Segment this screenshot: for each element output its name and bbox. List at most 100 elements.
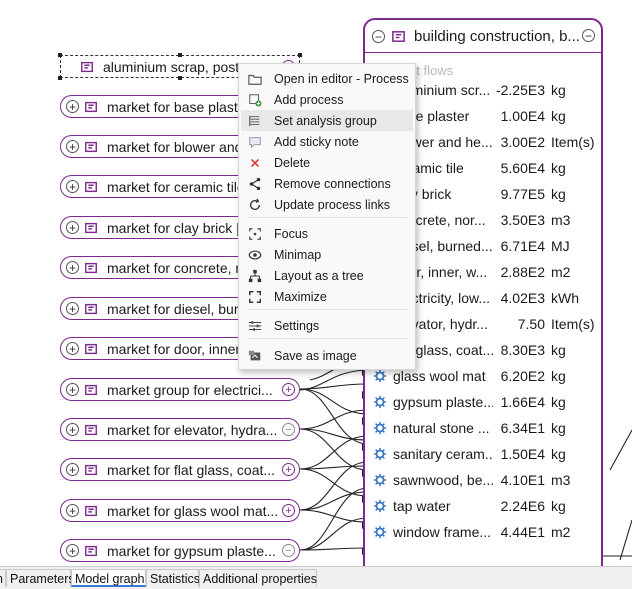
menu-item-label: Minimap (274, 247, 322, 262)
main-process-header[interactable]: − building construction, b... − (365, 20, 601, 53)
menu-item-focus[interactable]: Focus (241, 223, 413, 244)
process-node[interactable]: + market for gypsum plaste... − (60, 539, 300, 562)
process-icon (85, 222, 97, 233)
menu-item-add-process[interactable]: Add process (241, 89, 413, 110)
menu-item-label: Remove connections (274, 176, 391, 191)
tab-additional-properties[interactable]: Additional properties (199, 569, 317, 587)
process-icon (392, 30, 405, 42)
process-node-label: market for elevator, hydra... (107, 421, 278, 438)
menu-item-set-analysis-group[interactable]: Set analysis group (241, 110, 413, 131)
menu-item-label: Layout as a tree (274, 268, 364, 283)
menu-item-delete[interactable]: Delete (241, 152, 413, 173)
process-node[interactable]: + market for glass wool mat... + (60, 499, 300, 522)
menu-item-maximize[interactable]: Maximize (241, 286, 413, 307)
menu-item-layout-as-a-tree[interactable]: Layout as a tree (241, 265, 413, 286)
connection-line (609, 429, 632, 471)
settings-sliders-icon (247, 318, 263, 334)
menu-item-update-process-links[interactable]: Update process links (241, 194, 413, 215)
connection-line (299, 509, 369, 523)
process-icon (85, 101, 97, 112)
editor-tab-bar: nParametersModel graphStatisticsAddition… (0, 566, 632, 589)
menu-item-add-sticky-note[interactable]: Add sticky note (241, 131, 413, 152)
flow-name: natural stone ... (393, 420, 490, 436)
menu-item-minimap[interactable]: Minimap (241, 244, 413, 265)
flow-unit: kg (551, 186, 566, 202)
expand-outputs-button[interactable]: + (282, 383, 295, 396)
menu-item-label: Focus (274, 226, 309, 241)
expand-inputs-button[interactable]: + (66, 140, 79, 153)
selection-handle[interactable] (58, 76, 62, 80)
expand-inputs-button[interactable]: + (66, 463, 79, 476)
add-process-icon (247, 92, 263, 108)
collapse-left-button[interactable]: − (372, 29, 385, 43)
menu-item-remove-connections[interactable]: Remove connections (241, 173, 413, 194)
menu-item-label: Settings (274, 318, 320, 333)
expand-inputs-button[interactable]: + (66, 221, 79, 234)
flow-unit: m3 (551, 472, 571, 488)
process-node[interactable]: + market for elevator, hydra... − (60, 418, 300, 441)
expand-inputs-button[interactable]: + (66, 342, 79, 355)
process-node[interactable]: + market for flat glass, coat... + (60, 458, 300, 481)
input-flow-row[interactable]: sanitary ceram... 1.50E4 kg (365, 442, 601, 468)
expand-outputs-button[interactable]: + (282, 463, 295, 476)
product-flow-icon (373, 421, 387, 435)
expand-inputs-button[interactable]: + (66, 423, 79, 436)
process-node-label: market group for electrici... (107, 381, 273, 398)
delete-x-icon (247, 155, 263, 171)
flow-name: gypsum plaste... (393, 394, 493, 410)
product-flow-icon (373, 499, 387, 513)
menu-item-label: Set analysis group (274, 113, 377, 128)
input-flow-row[interactable]: gypsum plaste... 1.66E4 kg (365, 390, 601, 416)
process-icon (85, 424, 97, 435)
menu-item-label: Save as image (274, 348, 357, 363)
menu-item-label: Delete (274, 155, 311, 170)
process-icon (81, 61, 93, 72)
menu-item-open-in-editor-process[interactable]: Open in editor - Process (241, 68, 413, 89)
tab-statistics[interactable]: Statistics (146, 569, 200, 587)
flow-unit: kg (551, 420, 566, 436)
flow-amount: 2.88E2 (500, 264, 545, 280)
context-menu: Open in editor - Process Add process Set a… (238, 63, 416, 370)
flow-unit: kg (551, 108, 566, 124)
flow-unit: Item(s) (551, 134, 595, 150)
input-flow-row[interactable]: window frame... 4.44E1 m2 (365, 520, 601, 546)
expand-outputs-button[interactable]: + (282, 504, 295, 517)
flow-unit: kg (551, 446, 566, 462)
process-icon (85, 141, 97, 152)
selection-handle[interactable] (178, 76, 182, 80)
input-flow-row[interactable]: tap water 2.24E6 kg (365, 494, 601, 520)
input-flow-row[interactable]: sawnwood, be... 4.10E1 m3 (365, 468, 601, 494)
update-links-icon (247, 197, 263, 213)
menu-item-settings[interactable]: Settings (241, 315, 413, 336)
tab-parameters[interactable]: Parameters (6, 569, 75, 587)
process-node[interactable]: + market group for electrici... + (60, 378, 300, 401)
connection-line (299, 388, 369, 445)
menu-item-label: Add process (274, 92, 344, 107)
selection-handle[interactable] (298, 53, 302, 57)
collapse-right-button[interactable]: − (582, 29, 595, 42)
connection-line (299, 517, 369, 551)
selection-handle[interactable] (58, 53, 62, 57)
maximize-icon (247, 289, 263, 305)
process-icon (85, 303, 97, 314)
expand-outputs-button[interactable]: − (282, 423, 295, 436)
expand-inputs-button[interactable]: + (66, 100, 79, 113)
product-flow-icon (373, 369, 387, 383)
process-icon (85, 343, 97, 354)
flow-amount: 6.20E2 (500, 368, 545, 384)
tab-model-graph[interactable]: Model graph (71, 569, 146, 587)
expand-inputs-button[interactable]: + (66, 180, 79, 193)
expand-inputs-button[interactable]: + (66, 261, 79, 274)
expand-outputs-button[interactable]: − (282, 544, 295, 557)
flow-amount: 6.34E1 (500, 420, 545, 436)
selection-handle[interactable] (178, 53, 182, 57)
expand-inputs-button[interactable]: + (66, 544, 79, 557)
input-flow-row[interactable]: natural stone ... 6.34E1 kg (365, 416, 601, 442)
flow-amount: 9.77E5 (500, 186, 545, 202)
expand-inputs-button[interactable]: + (66, 383, 79, 396)
flow-amount: 4.10E1 (500, 472, 545, 488)
expand-inputs-button[interactable]: + (66, 302, 79, 315)
expand-inputs-button[interactable]: + (66, 504, 79, 517)
process-node-label: market for flat glass, coat... (107, 461, 276, 478)
menu-item-save-as-image[interactable]: Save as image (241, 345, 413, 366)
